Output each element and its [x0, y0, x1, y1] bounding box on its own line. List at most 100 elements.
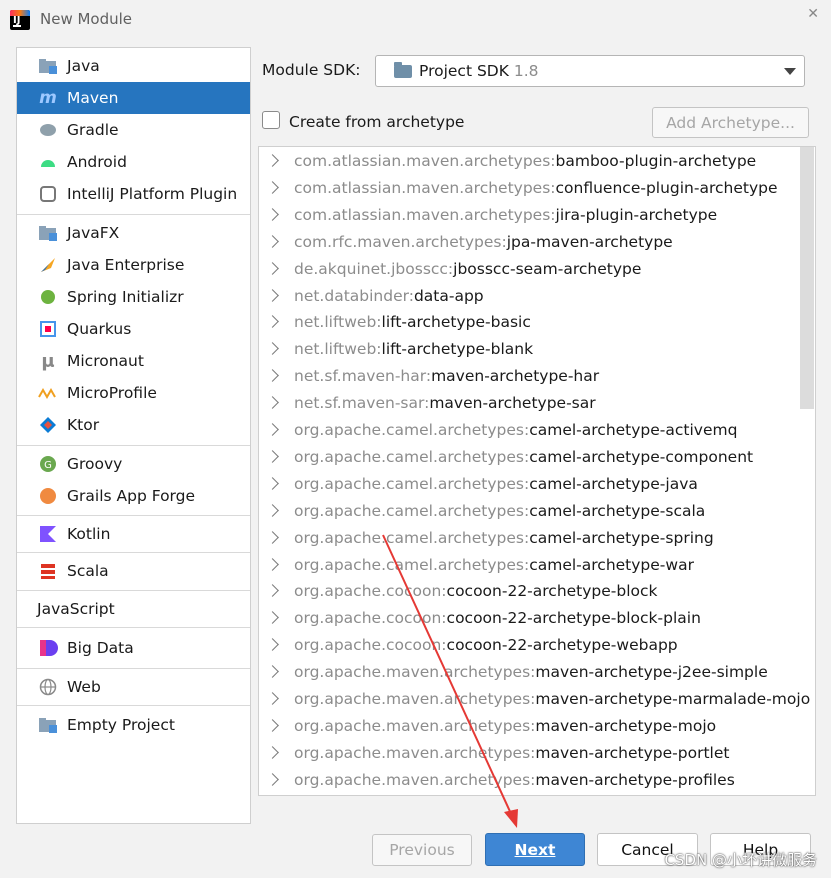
list-item[interactable]: org.apache.maven.archetypes: maven-archet… [259, 685, 810, 712]
sidebar-item-java[interactable]: Java [17, 50, 250, 82]
chevron-right-icon[interactable] [266, 477, 279, 490]
list-item[interactable]: com.atlassian.maven.archetypes: jira-plug… [259, 201, 799, 228]
chevron-right-icon[interactable] [266, 423, 279, 436]
chevron-right-icon[interactable] [266, 262, 279, 275]
list-item[interactable]: org.apache.maven.archetypes: maven-archet… [259, 658, 799, 685]
chevron-right-icon[interactable] [266, 235, 279, 248]
sidebar-item-big-data[interactable]: Big Data [17, 632, 250, 664]
intellij-app-icon: IJ [10, 10, 30, 30]
sidebar-item-groovy[interactable]: G Groovy [17, 448, 250, 480]
archetype-artifact: cocoon-22-archetype-webapp [446, 635, 678, 654]
chevron-right-icon[interactable] [266, 181, 279, 194]
archetype-group: org.apache.maven.archetypes: [294, 689, 536, 708]
sidebar-item-grails-app-forge[interactable]: Grails App Forge [17, 480, 250, 512]
micronaut-icon: μ [41, 350, 55, 372]
module-sdk-dropdown[interactable]: Project SDK 1.8 [375, 55, 805, 87]
list-item[interactable]: org.apache.camel.archetypes: camel-archet… [259, 470, 799, 497]
chevron-right-icon[interactable] [266, 638, 279, 651]
archetype-artifact: camel-archetype-scala [529, 501, 706, 520]
archetype-group: com.atlassian.maven.archetypes: [294, 205, 556, 224]
list-item[interactable]: de.akquinet.jbosscc: jbosscc-seam-archety… [259, 255, 799, 282]
globe-icon [38, 677, 58, 697]
archetype-group: org.apache.camel.archetypes: [294, 555, 530, 574]
chevron-right-icon[interactable] [266, 531, 279, 544]
chevron-right-icon[interactable] [266, 719, 279, 732]
create-from-archetype-label[interactable]: Create from archetype [289, 113, 464, 131]
archetype-group: org.apache.cocoon: [294, 608, 447, 627]
list-item[interactable]: net.sf.maven-sar: maven-archetype-sar [259, 389, 799, 416]
sidebar-item-empty-project[interactable]: Empty Project [17, 709, 250, 741]
list-item[interactable]: org.apache.cocoon: cocoon-22-archetype-bl… [259, 604, 799, 631]
chevron-right-icon[interactable] [266, 450, 279, 463]
sidebar-item-label: Ktor [67, 416, 100, 434]
sidebar-item-android[interactable]: Android [17, 146, 250, 178]
add-archetype-button[interactable]: Add Archetype... [652, 107, 809, 138]
close-icon[interactable]: ✕ [807, 6, 819, 22]
sidebar-item-label: Spring Initializr [67, 288, 184, 306]
chevron-right-icon[interactable] [266, 611, 279, 624]
list-item[interactable]: org.apache.camel.archetypes: camel-archet… [259, 497, 799, 524]
chevron-right-icon[interactable] [266, 208, 279, 221]
sidebar-item-gradle[interactable]: Gradle [17, 114, 250, 146]
list-item[interactable]: net.sf.maven-har: maven-archetype-har [259, 362, 799, 389]
sidebar-item-label: Big Data [67, 639, 134, 657]
divider [17, 445, 250, 446]
chevron-right-icon[interactable] [266, 692, 279, 705]
list-item[interactable]: org.apache.cocoon: cocoon-22-archetype-bl… [259, 577, 799, 604]
chevron-right-icon[interactable] [266, 504, 279, 517]
previous-button[interactable]: Previous [372, 834, 472, 866]
list-item[interactable]: org.apache.maven.archetypes: maven-archet… [259, 766, 799, 793]
chevron-right-icon[interactable] [266, 154, 279, 167]
chevron-right-icon[interactable] [266, 369, 279, 382]
sidebar-item-maven[interactable]: m Maven [17, 82, 250, 114]
list-item[interactable]: com.atlassian.maven.archetypes: confluenc… [259, 174, 799, 201]
chevron-right-icon[interactable] [266, 315, 279, 328]
java-enterprise-icon [38, 255, 58, 275]
archetype-artifact: jira-plugin-archetype [555, 205, 718, 224]
chevron-right-icon[interactable] [266, 584, 279, 597]
list-item[interactable]: net.liftweb: lift-archetype-basic [259, 308, 799, 335]
create-from-archetype-checkbox[interactable] [262, 111, 280, 129]
list-item[interactable]: org.apache.camel.archetypes: camel-archet… [259, 443, 799, 470]
list-item[interactable]: com.atlassian.maven.archetypes: bamboo-pl… [259, 147, 799, 174]
sdk-name: Project SDK [419, 62, 509, 80]
chevron-right-icon[interactable] [266, 396, 279, 409]
list-item[interactable]: net.databinder: data-app [259, 282, 799, 309]
list-item[interactable]: org.apache.cocoon: cocoon-22-archetype-we… [259, 631, 799, 658]
archetype-artifact: cocoon-22-archetype-block-plain [446, 608, 701, 627]
archetype-group: org.apache.camel.archetypes: [294, 420, 530, 439]
chevron-right-icon[interactable] [266, 342, 279, 355]
archetype-group: com.rfc.maven.archetypes: [294, 232, 507, 251]
list-item[interactable]: com.rfc.maven.archetypes: jpa-maven-arche… [259, 228, 799, 255]
sidebar-item-java-enterprise[interactable]: Java Enterprise [17, 249, 250, 281]
next-button[interactable]: Next [485, 833, 585, 866]
list-item[interactable]: org.apache.camel.archetypes: camel-archet… [259, 551, 799, 578]
chevron-right-icon[interactable] [266, 746, 279, 759]
archetype-artifact: camel-archetype-activemq [529, 420, 738, 439]
sidebar-item-label: Gradle [67, 121, 119, 139]
list-item[interactable]: org.apache.camel.archetypes: camel-archet… [259, 524, 799, 551]
groovy-icon: G [38, 454, 58, 474]
sidebar-item-intellij-platform-plugin[interactable]: IntelliJ Platform Plugin [17, 178, 250, 210]
archetype-group: org.apache.maven.archetypes: [294, 770, 536, 789]
list-item[interactable]: org.apache.maven.archetypes: maven-archet… [259, 712, 799, 739]
chevron-right-icon[interactable] [266, 289, 279, 302]
chevron-right-icon[interactable] [266, 558, 279, 571]
scrollbar-thumb[interactable] [800, 147, 814, 409]
list-item[interactable]: org.apache.camel.archetypes: camel-archet… [259, 416, 799, 443]
sidebar-item-javafx[interactable]: JavaFX [17, 217, 250, 249]
sidebar-item-microprofile[interactable]: MicroProfile [17, 377, 250, 409]
list-item[interactable]: net.liftweb: lift-archetype-blank [259, 335, 799, 362]
sidebar-item-kotlin[interactable]: Kotlin [17, 518, 250, 550]
sidebar-item-quarkus[interactable]: Quarkus [17, 313, 250, 345]
sidebar-item-micronaut[interactable]: μ Micronaut [17, 345, 250, 377]
sidebar-item-ktor[interactable]: Ktor [17, 409, 250, 441]
sidebar-item-scala[interactable]: Scala [17, 555, 250, 587]
chevron-right-icon[interactable] [266, 665, 279, 678]
archetype-list[interactable]: com.atlassian.maven.archetypes: bamboo-pl… [258, 146, 816, 796]
sidebar-item-spring-initializr[interactable]: Spring Initializr [17, 281, 250, 313]
sidebar-item-web[interactable]: Web [17, 671, 250, 703]
chevron-right-icon[interactable] [266, 773, 279, 786]
list-item[interactable]: org.apache.maven.archetypes: maven-archet… [259, 739, 799, 766]
sidebar-item-javascript[interactable]: JavaScript [17, 593, 250, 625]
